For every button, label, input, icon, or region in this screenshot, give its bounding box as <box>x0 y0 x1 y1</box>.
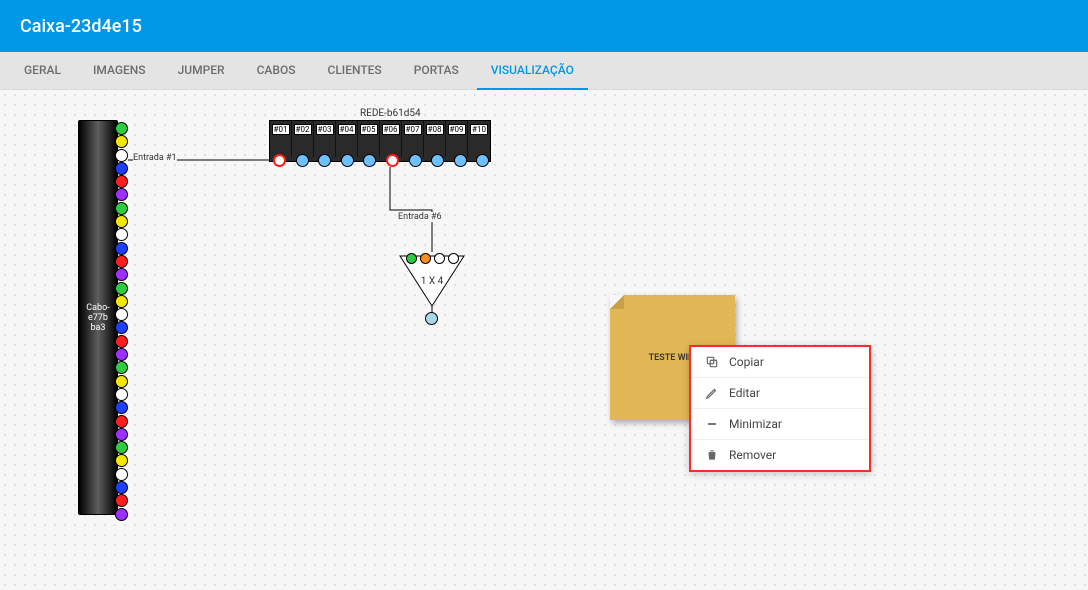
ctx-copiar[interactable]: Copiar <box>691 347 869 378</box>
rede-port[interactable]: #04 <box>336 121 358 157</box>
delete-icon <box>705 448 719 462</box>
page-header: Caixa-23d4e15 <box>0 0 1088 52</box>
ctx-item-label: Editar <box>729 386 760 400</box>
splitter-input-dot[interactable] <box>420 253 431 264</box>
copy-icon <box>705 355 719 369</box>
rede-name: REDE-b61d54 <box>360 108 421 119</box>
ctx-item-label: Minimizar <box>729 417 782 431</box>
rede-port[interactable]: #06 <box>380 121 402 157</box>
port-dot[interactable] <box>363 154 376 167</box>
rede-port[interactable]: #10 <box>468 121 490 157</box>
tab-geral[interactable]: GERAL <box>10 52 75 90</box>
ctx-minimizar[interactable]: Minimizar <box>691 409 869 440</box>
edit-icon <box>705 386 719 400</box>
port-number: #07 <box>404 124 422 135</box>
tab-imagens[interactable]: IMAGENS <box>79 52 160 90</box>
visualization-canvas[interactable]: Cabo-e77b ba3 Entrada #1 Entrada #6 REDE… <box>0 90 1088 590</box>
tab-jumper[interactable]: JUMPER <box>164 52 239 90</box>
ctx-item-label: Remover <box>729 448 776 462</box>
ctx-remover[interactable]: Remover <box>691 440 869 470</box>
port-dot[interactable] <box>386 154 399 167</box>
port-number: #10 <box>470 124 488 135</box>
rede-port-dots <box>273 154 489 167</box>
port-dot[interactable] <box>341 154 354 167</box>
splitter-input-dot[interactable] <box>434 253 445 264</box>
port-number: #03 <box>316 124 334 135</box>
splitter-input-dot[interactable] <box>406 253 417 264</box>
page-title: Caixa-23d4e15 <box>20 16 142 37</box>
rede-port[interactable]: #07 <box>402 121 424 157</box>
port-dot[interactable] <box>318 154 331 167</box>
tab-bar: GERALIMAGENSJUMPERCABOSCLIENTESPORTASVIS… <box>0 52 1088 90</box>
rede-port[interactable]: #08 <box>424 121 446 157</box>
port-number: #01 <box>272 124 290 135</box>
context-menu: Copiar Editar Minimizar Remover <box>689 345 871 472</box>
port-number: #09 <box>448 124 466 135</box>
minimize-icon <box>705 417 719 431</box>
port-number: #06 <box>382 124 400 135</box>
rede-port[interactable]: #02 <box>292 121 314 157</box>
port-number: #08 <box>426 124 444 135</box>
splitter-input-dot[interactable] <box>448 253 459 264</box>
rede-port[interactable]: #03 <box>314 121 336 157</box>
port-dot[interactable] <box>273 154 286 167</box>
splitter-input-dots <box>406 253 459 264</box>
ctx-editar[interactable]: Editar <box>691 378 869 409</box>
splitter-label: 1 X 4 <box>421 276 444 287</box>
port-dot[interactable] <box>409 154 422 167</box>
rede-port[interactable]: #09 <box>446 121 468 157</box>
port-dot[interactable] <box>454 154 467 167</box>
port-dot[interactable] <box>296 154 309 167</box>
port-number: #05 <box>360 124 378 135</box>
ctx-item-label: Copiar <box>729 355 764 369</box>
rede-port[interactable]: #05 <box>358 121 380 157</box>
tab-visualização[interactable]: VISUALIZAÇÃO <box>477 52 588 90</box>
splitter-output-dot[interactable] <box>425 312 438 325</box>
port-number: #02 <box>294 124 312 135</box>
connection-wires <box>0 90 1088 590</box>
tab-cabos[interactable]: CABOS <box>243 52 310 90</box>
port-number: #04 <box>338 124 356 135</box>
entry-6-label: Entrada #6 <box>398 212 442 222</box>
tab-portas[interactable]: PORTAS <box>400 52 473 90</box>
port-dot[interactable] <box>476 154 489 167</box>
tab-clientes[interactable]: CLIENTES <box>313 52 395 90</box>
entry-1-label: Entrada #1 <box>133 153 177 163</box>
rede-port[interactable]: #01 <box>270 121 292 157</box>
port-dot[interactable] <box>431 154 444 167</box>
